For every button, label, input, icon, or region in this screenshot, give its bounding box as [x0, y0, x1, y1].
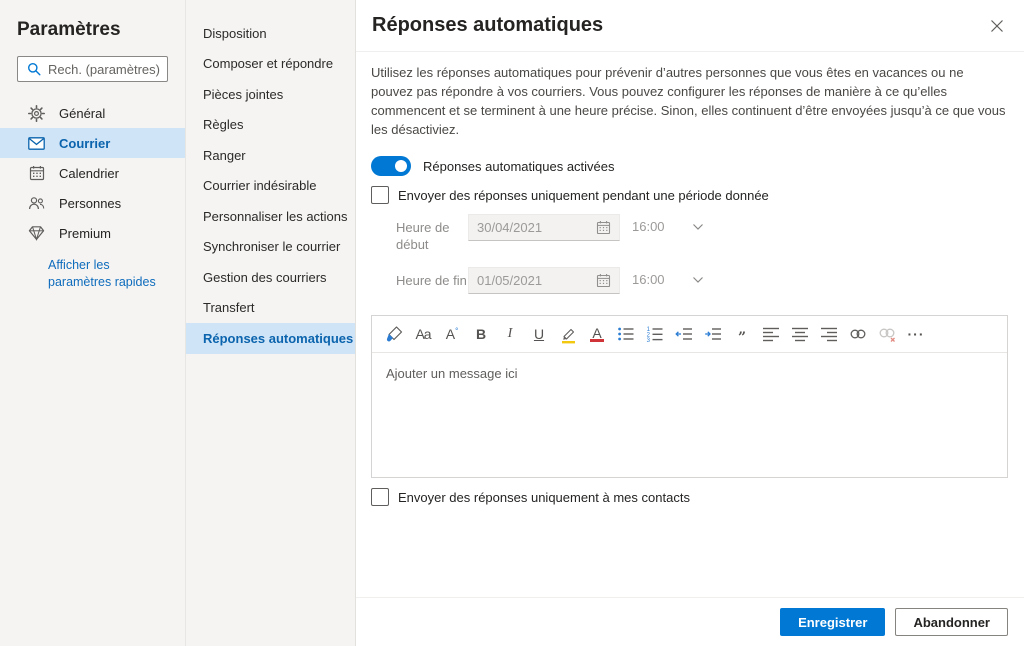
menu-item-regles[interactable]: Règles [186, 110, 355, 141]
chevron-down-icon [692, 223, 704, 231]
italic-icon[interactable]: I [500, 323, 520, 345]
sidebar-item-calendrier[interactable]: Calendrier [0, 158, 185, 188]
contacts-checkbox[interactable] [371, 488, 389, 506]
svg-text:3: 3 [647, 338, 651, 343]
gear-icon [28, 105, 45, 122]
sidebar-item-personnes[interactable]: Personnes [0, 188, 185, 218]
discard-button[interactable]: Abandonner [895, 608, 1008, 636]
menu-item-ranger[interactable]: Ranger [186, 140, 355, 171]
people-icon [28, 195, 45, 212]
contacts-checkbox-row[interactable]: Envoyer des réponses uniquement à mes co… [371, 488, 1008, 506]
end-date-field: 01/05/2021 [468, 267, 620, 294]
message-input[interactable]: Ajouter un message ici [372, 353, 1007, 478]
start-time-value: 16:00 [632, 214, 678, 234]
bullets-icon[interactable] [616, 323, 636, 345]
close-button[interactable] [986, 15, 1008, 37]
settings-nav: Général Courrier [0, 98, 185, 248]
link-icon[interactable] [848, 323, 868, 345]
start-date-row: Heure de début 30/04/2021 [396, 214, 1008, 253]
calendar-picker-icon [596, 273, 611, 288]
auto-replies-toggle[interactable] [371, 156, 411, 176]
settings-title: Paramètres [0, 0, 185, 41]
end-date-label: Heure de fin [396, 267, 468, 289]
save-button[interactable]: Enregistrer [780, 608, 885, 636]
sidebar-item-label: Calendrier [59, 166, 119, 181]
quick-settings-link[interactable]: Afficher les paramètres rapides [48, 257, 168, 291]
panel-header: Réponses automatiques [356, 0, 1024, 52]
search-icon [27, 62, 41, 76]
menu-item-transfert[interactable]: Transfert [186, 293, 355, 324]
more-options-icon[interactable]: ··· [906, 323, 926, 345]
bold-icon[interactable]: B [471, 323, 491, 345]
period-checkbox-label: Envoyer des réponses uniquement pendant … [398, 188, 769, 203]
panel-footer: Enregistrer Abandonner [356, 597, 1024, 646]
auto-replies-toggle-row: Réponses automatiques activées [371, 156, 1008, 176]
highlight-icon[interactable] [558, 323, 578, 345]
format-painter-icon[interactable] [384, 323, 404, 345]
period-checkbox[interactable] [371, 186, 389, 204]
menu-item-composer-et-repondre[interactable]: Composer et répondre [186, 49, 355, 80]
formatting-toolbar: Aa A° B I U [372, 316, 1007, 353]
quote-icon[interactable]: ” [732, 323, 752, 345]
sidebar-item-courrier[interactable]: Courrier [0, 128, 185, 158]
menu-item-disposition[interactable]: Disposition [186, 18, 355, 49]
start-date-value: 30/04/2021 [477, 220, 596, 235]
sidebar-item-label: Général [59, 106, 105, 121]
panel-content: Utilisez les réponses automatiques pour … [356, 52, 1024, 506]
end-date-value: 01/05/2021 [477, 273, 596, 288]
menu-item-synchroniser-le-courrier[interactable]: Synchroniser le courrier [186, 232, 355, 263]
menu-item-courrier-indesirable[interactable]: Courrier indésirable [186, 171, 355, 202]
sidebar-item-label: Premium [59, 226, 111, 241]
contacts-checkbox-label: Envoyer des réponses uniquement à mes co… [398, 490, 690, 505]
align-left-icon[interactable] [761, 323, 781, 345]
end-date-row: Heure de fin 01/05/2021 [396, 267, 1008, 294]
period-checkbox-row[interactable]: Envoyer des réponses uniquement pendant … [371, 186, 1008, 204]
sidebar-item-premium[interactable]: Premium [0, 218, 185, 248]
sidebar-item-label: Courrier [59, 136, 110, 151]
calendar-icon [28, 165, 45, 182]
toggle-knob [395, 160, 407, 172]
outdent-icon[interactable] [674, 323, 694, 345]
toggle-label: Réponses automatiques activées [423, 159, 615, 174]
search-input[interactable] [48, 62, 161, 77]
align-center-icon[interactable] [790, 323, 810, 345]
settings-sidebar: Paramètres [0, 0, 186, 646]
menu-item-gestion-des-courriers[interactable]: Gestion des courriers [186, 262, 355, 293]
description-text: Utilisez les réponses automatiques pour … [371, 63, 1008, 139]
automatic-replies-panel: Réponses automatiques Utilisez les répon… [356, 0, 1024, 646]
panel-title: Réponses automatiques [372, 14, 603, 37]
menu-item-reponses-automatiques[interactable]: Réponses automatiques [186, 323, 355, 354]
mail-settings-menu: Disposition Composer et répondre Pièces … [186, 0, 356, 646]
outlook-settings-window: Paramètres [0, 0, 1024, 646]
menu-item-personnaliser-les-actions[interactable]: Personnaliser les actions [186, 201, 355, 232]
start-date-field: 30/04/2021 [468, 214, 620, 241]
unlink-icon [877, 323, 897, 345]
chevron-down-icon [692, 276, 704, 284]
menu-item-pieces-jointes[interactable]: Pièces jointes [186, 79, 355, 110]
mail-icon [28, 135, 45, 152]
diamond-icon [28, 225, 45, 242]
calendar-picker-icon [596, 220, 611, 235]
font-color-icon[interactable]: A [587, 323, 607, 345]
reply-message-editor: Aa A° B I U [371, 315, 1008, 478]
numbering-icon[interactable]: 123 [645, 323, 665, 345]
close-icon [990, 19, 1004, 33]
indent-icon[interactable] [703, 323, 723, 345]
period-date-section: Heure de début 30/04/2021 [396, 214, 1008, 294]
message-placeholder: Ajouter un message ici [386, 366, 518, 381]
font-size-icon[interactable]: A° [442, 323, 462, 345]
font-icon[interactable]: Aa [413, 323, 433, 345]
sidebar-item-label: Personnes [59, 196, 121, 211]
end-time-value: 16:00 [632, 267, 678, 287]
settings-search-box[interactable] [17, 56, 168, 82]
start-date-label: Heure de début [396, 214, 468, 253]
sidebar-item-general[interactable]: Général [0, 98, 185, 128]
underline-icon[interactable]: U [529, 323, 549, 345]
align-right-icon[interactable] [819, 323, 839, 345]
